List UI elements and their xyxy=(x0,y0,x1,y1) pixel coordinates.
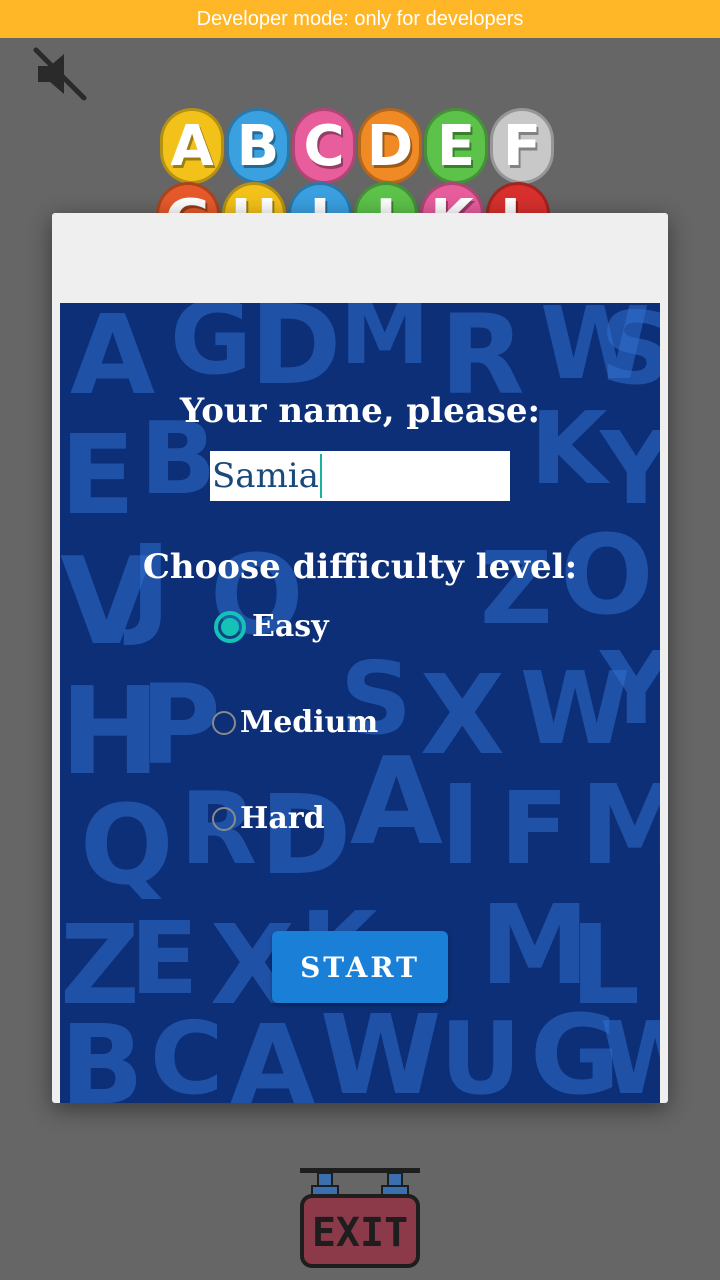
logo-letter: F xyxy=(490,108,554,184)
difficulty-title: Choose difficulty level: xyxy=(142,547,578,587)
name-input[interactable]: Samia xyxy=(210,451,510,501)
radio-unselected-icon xyxy=(212,710,236,735)
start-dialog: A G D M R W S E B K Y V J O Z O H P S X xyxy=(52,213,668,1103)
radio-selected-icon xyxy=(214,610,246,643)
logo-letter: C xyxy=(292,108,356,184)
radio-medium[interactable]: Medium xyxy=(212,705,378,740)
radio-hard-label: Hard xyxy=(240,801,325,836)
start-button[interactable]: START xyxy=(272,931,448,1003)
dialog-panel: A G D M R W S E B K Y V J O Z O H P S X xyxy=(60,303,660,1103)
logo-letter: B xyxy=(226,108,290,184)
radio-easy-label: Easy xyxy=(252,609,329,644)
logo-letter: D xyxy=(358,108,422,184)
volume-off-icon[interactable] xyxy=(30,44,90,104)
logo-row-1: A B C D E F xyxy=(160,108,554,184)
radio-hard[interactable]: Hard xyxy=(212,801,325,836)
radio-medium-label: Medium xyxy=(240,705,379,740)
form-content: Your name, please: Samia Choose difficul… xyxy=(60,303,660,1103)
logo-letter: E xyxy=(424,108,488,184)
alphabet-logo: A B C D E F G H I J K L xyxy=(156,104,566,219)
text-caret xyxy=(319,454,322,498)
name-prompt: Your name, please: xyxy=(179,391,541,431)
logo-letter: A xyxy=(160,108,224,184)
exit-label: EXIT xyxy=(312,1210,408,1256)
name-input-value: Samia xyxy=(212,456,319,496)
radio-easy[interactable]: Easy xyxy=(214,609,329,644)
radio-unselected-icon xyxy=(212,806,236,831)
developer-mode-banner: Developer mode: only for developers xyxy=(0,0,720,38)
exit-sign-icon[interactable]: EXIT xyxy=(298,1166,422,1270)
